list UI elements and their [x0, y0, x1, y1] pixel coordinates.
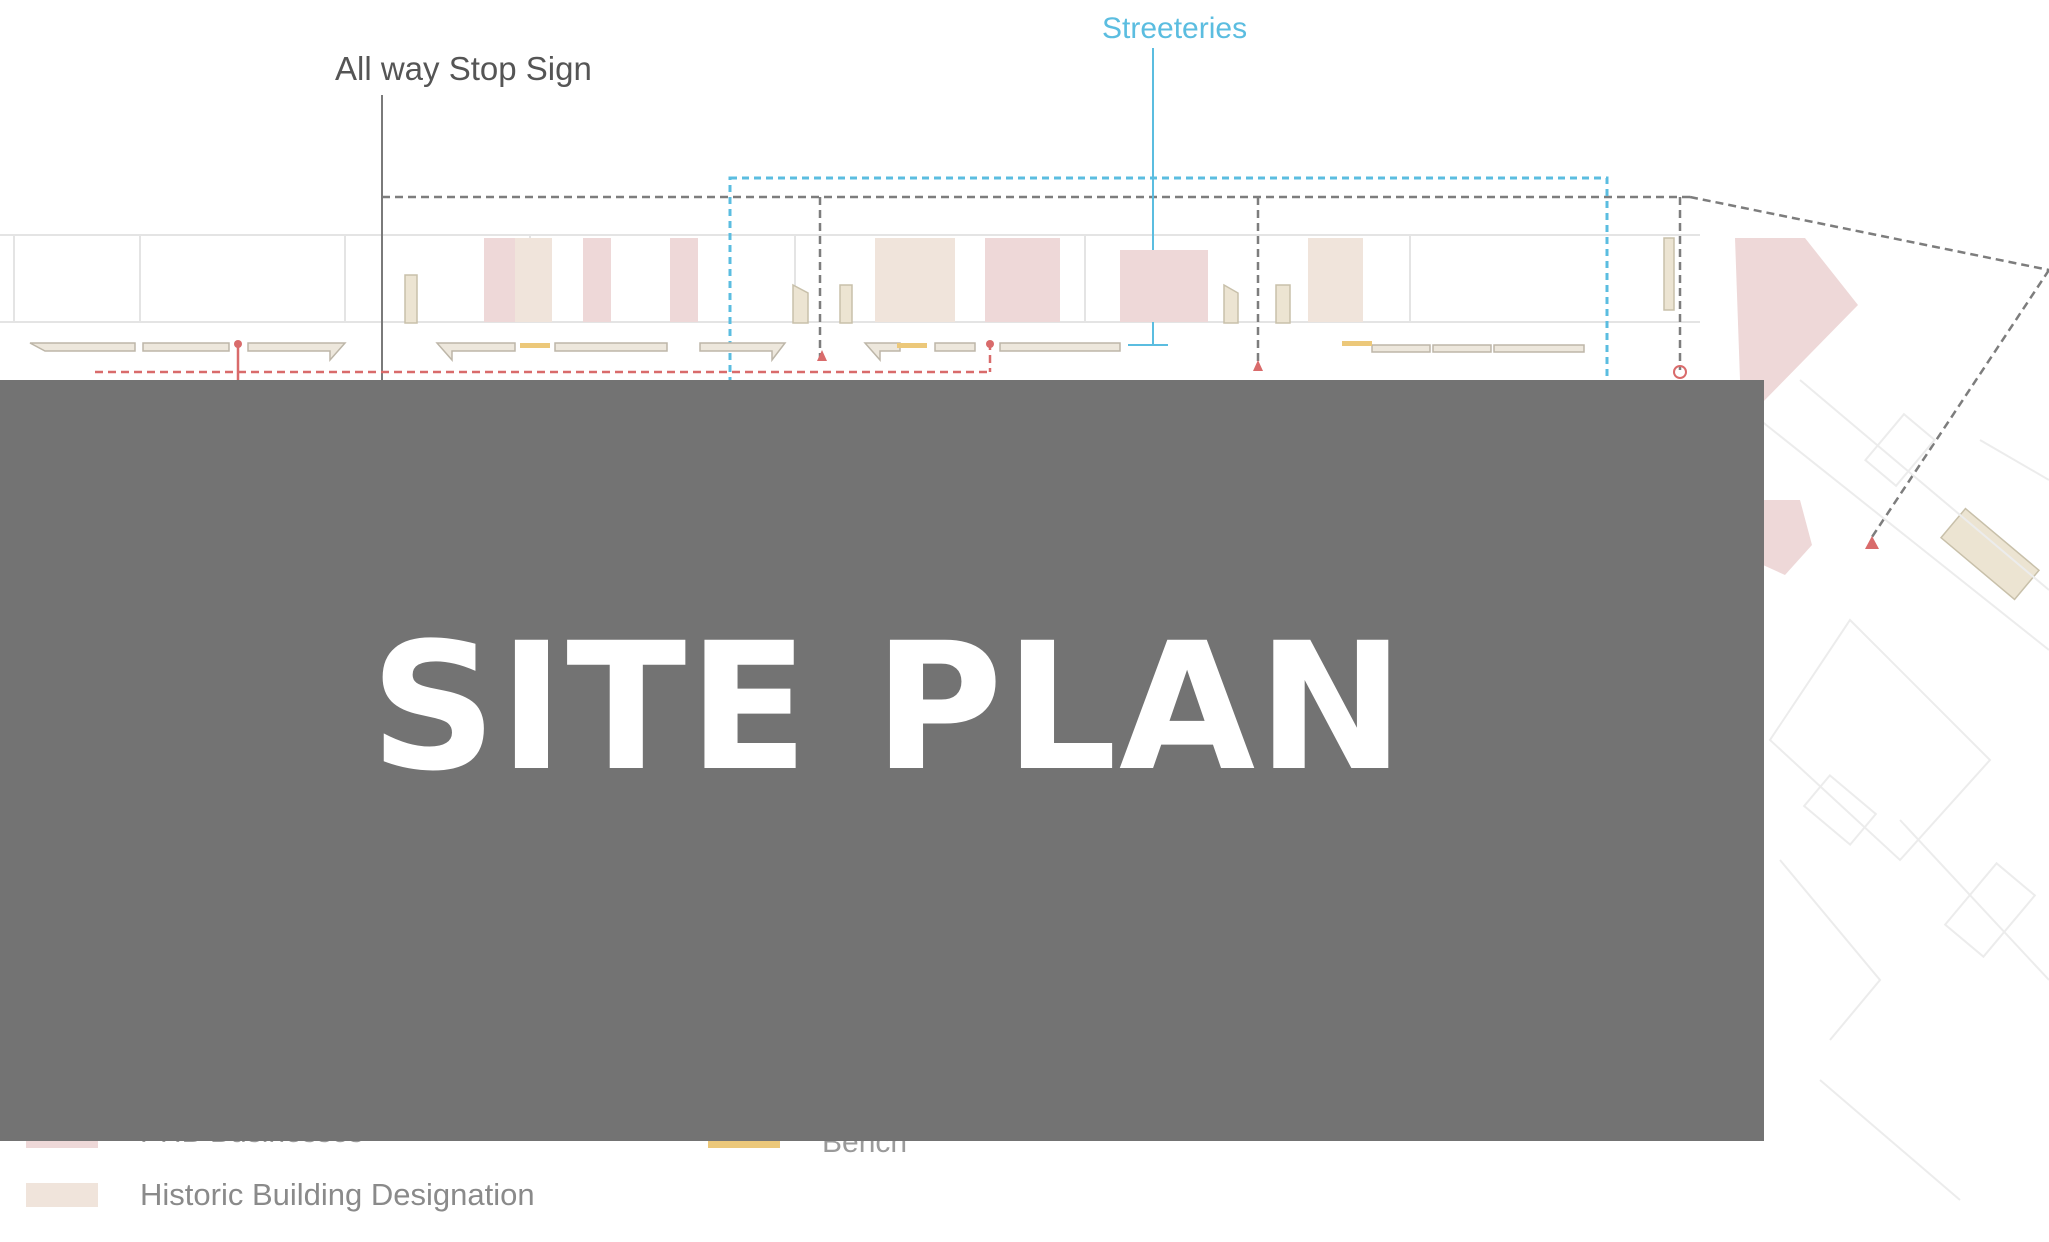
legend-label-historic: Historic Building Designation: [140, 1177, 535, 1212]
lot-outlines: [1759, 379, 2049, 1201]
streeteries-zone: [728, 48, 1609, 390]
stop-sign-callout: All way Stop Sign: [335, 50, 592, 87]
legend-swatch-historic: [26, 1183, 98, 1207]
page-title: SITE PLAN: [370, 605, 1407, 810]
streeteries-callout: Streeteries: [1102, 12, 1247, 45]
